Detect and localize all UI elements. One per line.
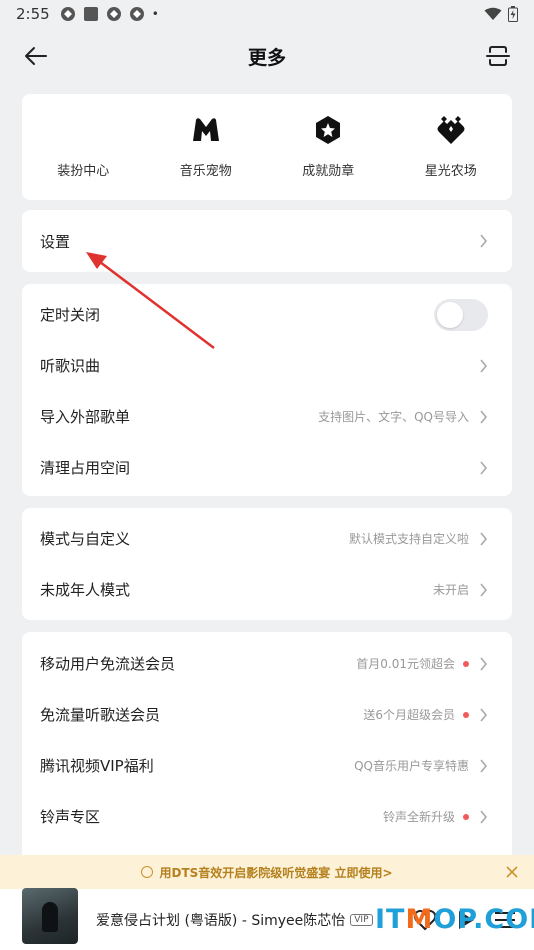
modes-card: 模式与自定义 默认模式支持自定义啦 未成年人模式 未开启 [22, 508, 512, 620]
app-notification-icon [60, 7, 75, 21]
wardrobe-icon [67, 114, 99, 146]
new-dot-icon [463, 660, 469, 667]
quick-action-label: 音乐宠物 [179, 164, 232, 179]
quick-action-medal[interactable]: 成就勋章 [267, 94, 390, 200]
app-notification-icon-2 [106, 7, 121, 21]
chevron-right-icon [480, 358, 488, 373]
heart-icon[interactable] [412, 907, 438, 933]
chevron-right-icon [480, 582, 488, 597]
quick-action-wardrobe[interactable]: 装扮中心 [22, 94, 145, 200]
medal-icon [312, 114, 344, 146]
mode-custom-desc: 默认模式支持自定义啦 [348, 532, 469, 546]
sleep-timer-toggle[interactable] [434, 298, 488, 331]
ringtone-label: 铃声专区 [40, 808, 101, 826]
mini-player[interactable]: 爱意侵占计划 (粤语版) - Simyee陈芯怡 VIP [0, 887, 534, 950]
mobile-vip-label: 移动用户免流送会员 [40, 655, 176, 673]
free-data-vip-desc: 送6个月超级会员 [363, 708, 455, 722]
scan-icon[interactable] [484, 42, 512, 70]
battery-icon [508, 6, 518, 22]
status-bar: 2:55 • [0, 0, 534, 28]
play-icon[interactable] [452, 907, 478, 933]
chevron-right-icon [480, 809, 488, 824]
cover-figure [42, 901, 58, 932]
import-playlist-label: 导入外部歌单 [40, 408, 131, 426]
chevron-right-icon [480, 707, 488, 722]
new-dot-icon [463, 711, 469, 718]
back-arrow-icon[interactable] [22, 42, 50, 70]
app-notification-icon-3 [129, 7, 144, 21]
minor-mode-desc: 未开启 [432, 583, 469, 597]
clear-storage-label: 清理占用空间 [40, 459, 131, 477]
chevron-right-icon [480, 656, 488, 671]
import-playlist-row[interactable]: 导入外部歌单 支持图片、文字、QQ号导入 [22, 391, 512, 442]
player-controls [412, 907, 518, 933]
playlist-icon[interactable] [492, 907, 518, 933]
close-icon[interactable] [504, 864, 520, 880]
song-recognition-row[interactable]: 听歌识曲 [22, 340, 512, 391]
promo-text: 用DTS音效开启影院级听觉盛宴 立即使用> [159, 865, 393, 880]
wifi-icon [484, 7, 502, 20]
chevron-right-icon [480, 234, 488, 248]
free-data-vip-label: 免流量听歌送会员 [40, 706, 161, 724]
quick-action-label: 星光农场 [424, 164, 477, 179]
ringtone-row[interactable]: 铃声专区 铃声全新升级 [22, 791, 512, 842]
clear-storage-row[interactable]: 清理占用空间 [22, 442, 512, 493]
settings-card: 设置 [22, 210, 512, 272]
new-dot-icon [463, 813, 469, 820]
quick-action-music-pet[interactable]: 音乐宠物 [145, 94, 268, 200]
chevron-right-icon [480, 409, 488, 424]
status-time: 2:55 [16, 5, 50, 23]
tencent-video-vip-label: 腾讯视频VIP福利 [40, 757, 154, 775]
quick-actions-card: 装扮中心 音乐宠物 成就勋章 星光农场 [22, 94, 512, 200]
music-pet-icon [190, 114, 222, 146]
tencent-video-vip-row[interactable]: 腾讯视频VIP福利 QQ音乐用户专享特惠 [22, 740, 512, 791]
vip-badge: VIP [350, 913, 373, 926]
settings-row[interactable]: 设置 [22, 210, 512, 272]
mobile-vip-row[interactable]: 移动用户免流送会员 首月0.01元领超会 [22, 638, 512, 689]
now-playing: 爱意侵占计划 (粤语版) - Simyee陈芯怡 VIP [96, 910, 373, 930]
quick-action-label: 成就勋章 [302, 164, 355, 179]
tencent-video-vip-desc: QQ音乐用户专享特惠 [354, 759, 469, 773]
chevron-right-icon [480, 460, 488, 475]
sleep-timer-label: 定时关闭 [40, 306, 101, 324]
song-title: 爱意侵占计划 (粤语版) - Simyee陈芯怡 [96, 912, 346, 929]
page-title: 更多 [247, 46, 286, 69]
square-notification-icon [83, 7, 98, 21]
quick-action-farm[interactable]: 星光农场 [390, 94, 513, 200]
ringtone-desc: 铃声全新升级 [382, 810, 455, 824]
mode-custom-row[interactable]: 模式与自定义 默认模式支持自定义啦 [22, 513, 512, 564]
minor-mode-row[interactable]: 未成年人模式 未开启 [22, 564, 512, 615]
quick-action-label: 装扮中心 [57, 164, 110, 179]
mobile-vip-desc: 首月0.01元领超会 [356, 657, 455, 671]
sleep-timer-row: 定时关闭 [22, 289, 512, 340]
toggle-knob [437, 301, 463, 328]
mode-custom-label: 模式与自定义 [40, 530, 131, 548]
free-data-vip-row[interactable]: 免流量听歌送会员 送6个月超级会员 [22, 689, 512, 740]
settings-label: 设置 [40, 232, 71, 251]
import-playlist-desc: 支持图片、文字、QQ号导入 [318, 410, 469, 424]
nav-bar: 更多 [0, 34, 534, 78]
minor-mode-label: 未成年人模式 [40, 581, 131, 599]
more-notifications-dot-icon: • [151, 7, 159, 21]
tools-card: 定时关闭 听歌识曲 导入外部歌单 支持图片、文字、QQ号导入 清理占用空间 [22, 284, 512, 496]
song-recognition-label: 听歌识曲 [40, 357, 101, 375]
dts-badge-icon [141, 866, 154, 878]
farm-icon [435, 114, 467, 146]
chevron-right-icon [480, 758, 488, 773]
dts-promo-banner[interactable]: 用DTS音效开启影院级听觉盛宴 立即使用> [0, 855, 534, 889]
chevron-right-icon [480, 531, 488, 546]
album-cover[interactable] [22, 887, 78, 944]
